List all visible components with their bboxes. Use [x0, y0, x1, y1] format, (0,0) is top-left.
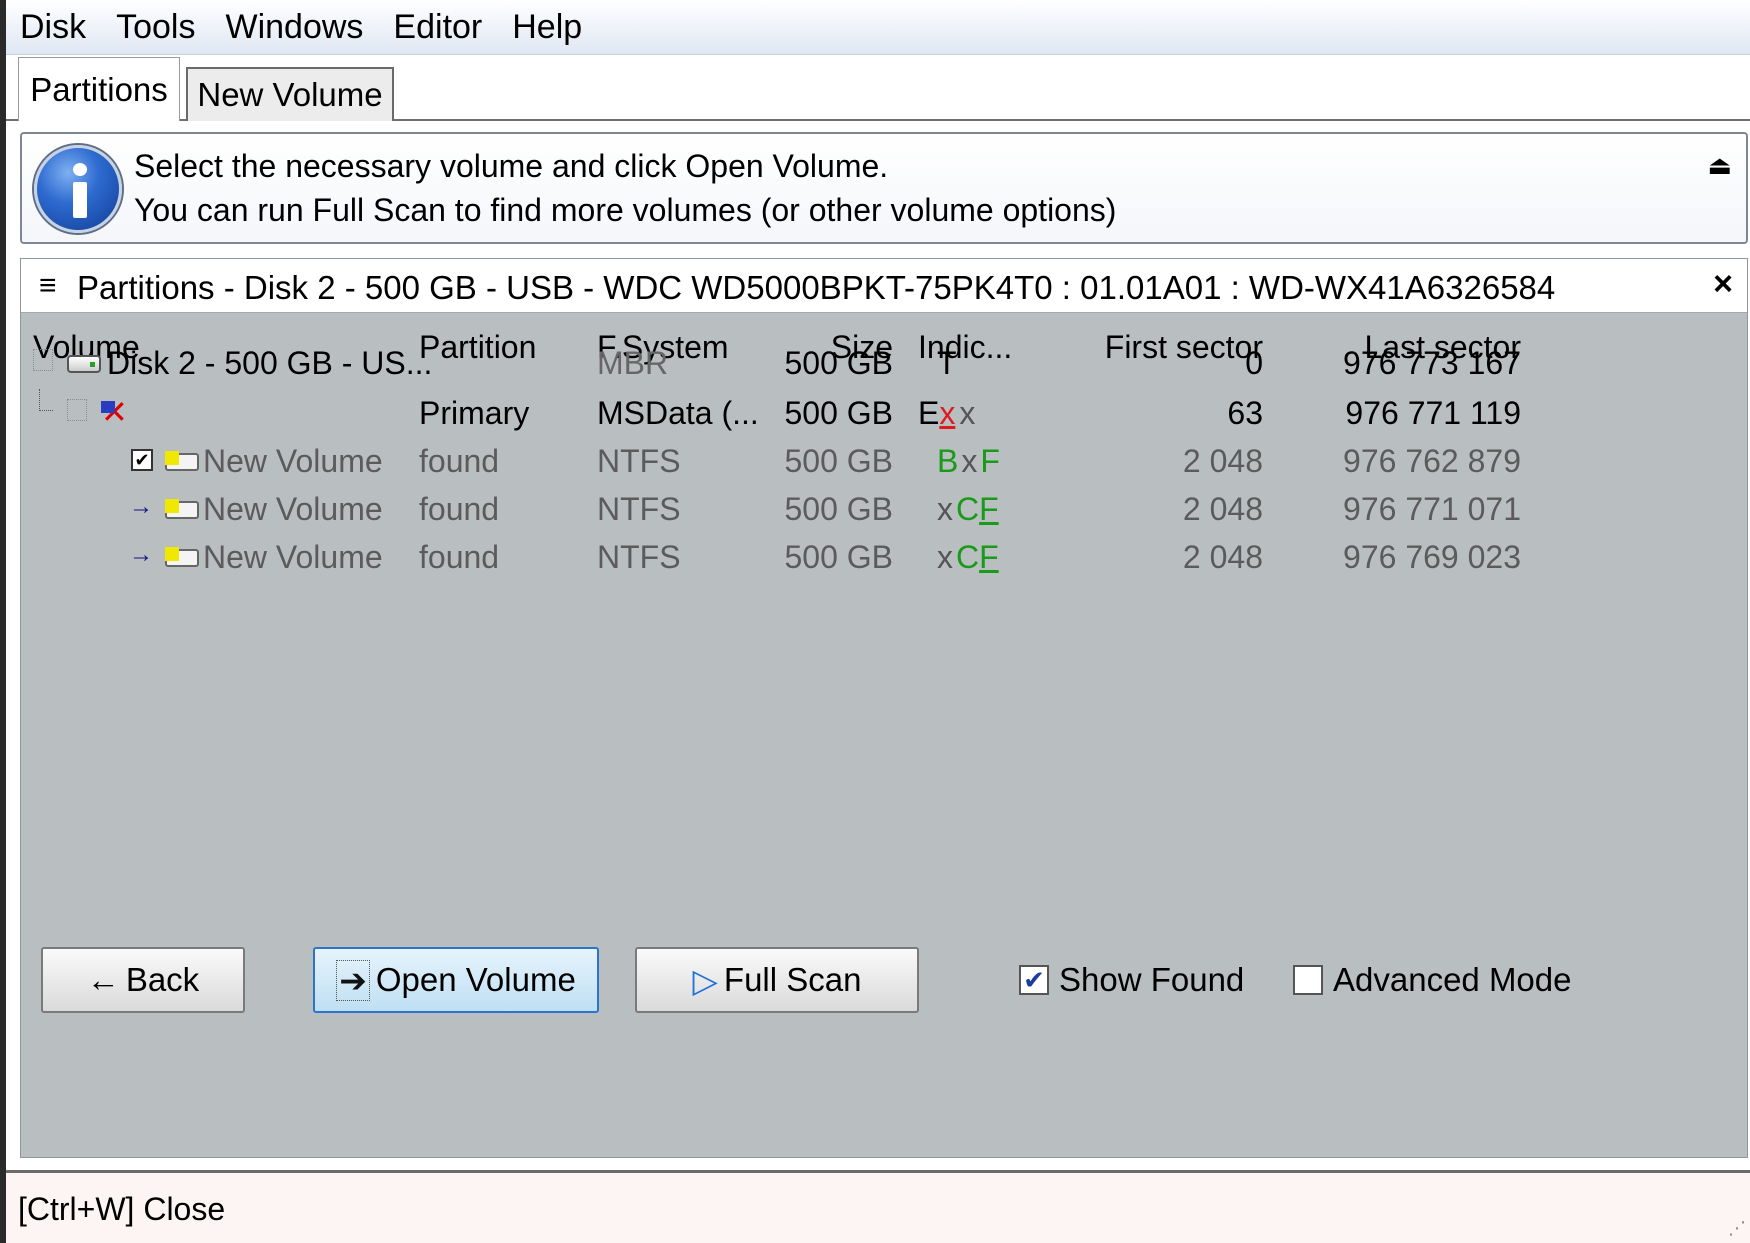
info-icon [34, 145, 122, 233]
table-row[interactable]: Disk 2 - 500 GB - US... MBR 500 GB T 0 9… [21, 339, 1747, 391]
close-icon[interactable]: × [1713, 265, 1733, 304]
row-fsystem: NTFS [597, 491, 681, 527]
info-banner: Select the necessary volume and click Op… [20, 132, 1748, 244]
row-fsystem: NTFS [597, 443, 681, 479]
row-partition: Primary [419, 395, 530, 431]
row-first-sector: 0 [1245, 345, 1263, 381]
table-row[interactable]: ✕ Primary MSData (... 500 GB Ex x 63 976 … [21, 389, 1747, 441]
row-size: 500 GB [784, 491, 893, 527]
tab-row: Partitions New Volume [6, 55, 1750, 121]
show-found-check-icon[interactable]: ✔ [1019, 965, 1049, 995]
row-volume: New Volume [203, 443, 383, 479]
row-first-sector: 2 048 [1182, 539, 1263, 575]
info-text-line1: Select the necessary volume and click Op… [134, 148, 889, 184]
row-checkbox[interactable]: ✔ [131, 449, 153, 471]
disk-icon [67, 355, 101, 373]
volume-icon [165, 547, 199, 567]
row-size: 500 GB [784, 345, 893, 381]
row-last-sector: 976 769 023 [1343, 539, 1521, 575]
row-partition: found [419, 491, 500, 527]
info-text-line2: You can run Full Scan to find more volum… [134, 192, 1117, 228]
panel-title: Partitions - Disk 2 - 500 GB - USB - WDC… [77, 269, 1556, 306]
table-row[interactable]: → New Volume found NTFS 500 GB xCF 2 048… [21, 533, 1747, 585]
row-size: 500 GB [784, 443, 893, 479]
volume-icon [165, 499, 199, 519]
row-fsystem: NTFS [597, 539, 681, 575]
row-indicators: BxF [937, 443, 1000, 479]
back-button[interactable]: ← Back [41, 947, 245, 1013]
panel-header: ≡ Partitions - Disk 2 - 500 GB - USB - W… [21, 259, 1747, 313]
status-bar: [Ctrl+W] Close ⋰ [6, 1170, 1750, 1243]
tab-partitions[interactable]: Partitions [18, 57, 180, 121]
row-volume: New Volume [203, 491, 383, 527]
menu-windows[interactable]: Windows [210, 0, 378, 55]
volume-icon [165, 451, 199, 471]
partition-error-icon: ✕ [101, 394, 128, 430]
row-first-sector: 63 [1227, 395, 1263, 431]
hamburger-menu-icon[interactable]: ≡ [39, 269, 57, 303]
table-row[interactable]: → New Volume found NTFS 500 GB xCF 2 048… [21, 485, 1747, 537]
row-volume: New Volume [203, 539, 383, 575]
resize-grip-icon[interactable]: ⋰ [1728, 1218, 1746, 1239]
row-indicators: Ex x [918, 395, 976, 431]
full-scan-button[interactable]: ▷ Full Scan [635, 947, 919, 1013]
arrow-left-icon: ← [86, 961, 120, 998]
menu-tools[interactable]: Tools [101, 0, 210, 55]
menu-help[interactable]: Help [497, 0, 597, 55]
row-partition: found [419, 539, 500, 575]
row-last-sector: 976 771 119 [1345, 395, 1521, 431]
menu-bar: Disk Tools Windows Editor Help [6, 0, 1750, 55]
row-first-sector: 2 048 [1182, 491, 1263, 527]
row-partition: found [419, 443, 500, 479]
row-last-sector: 976 771 071 [1343, 491, 1521, 527]
show-found-checkbox[interactable]: ✔ Show Found [1019, 961, 1244, 999]
close-shortcut-hint[interactable]: [Ctrl+W] Close [18, 1191, 225, 1228]
arrow-right-icon: → [129, 541, 153, 568]
tree-expander [67, 399, 87, 421]
open-volume-button[interactable]: ➔ Open Volume [313, 947, 599, 1013]
row-size: 500 GB [784, 395, 893, 431]
menu-disk[interactable]: Disk [6, 0, 101, 55]
tree-expander [33, 349, 53, 371]
row-indicators: xCF [937, 539, 999, 575]
collapse-icon[interactable]: ⏏ [1707, 150, 1732, 181]
arrow-right-icon: → [129, 493, 153, 520]
row-fsystem: MBR [597, 345, 669, 381]
row-last-sector: 976 773 167 [1343, 345, 1521, 381]
tree-line [39, 389, 53, 411]
table-row[interactable]: ✔ New Volume found NTFS 500 GB BxF 2 048… [21, 437, 1747, 489]
row-last-sector: 976 762 879 [1343, 443, 1521, 479]
play-icon: ▷ [692, 961, 718, 999]
row-indicator: T [937, 345, 957, 381]
window-left-edge [0, 0, 6, 1243]
partitions-panel: ≡ Partitions - Disk 2 - 500 GB - USB - W… [20, 258, 1748, 1158]
advanced-mode-check-box[interactable] [1293, 965, 1323, 995]
menu-editor[interactable]: Editor [378, 0, 497, 55]
row-volume: Disk 2 - 500 GB - US... [107, 345, 433, 381]
row-first-sector: 2 048 [1182, 443, 1263, 479]
tab-new-volume[interactable]: New Volume [186, 67, 394, 121]
row-fsystem: MSData (... [597, 395, 759, 431]
row-indicators: xCF [937, 491, 999, 527]
advanced-mode-checkbox[interactable]: Advanced Mode [1293, 961, 1572, 999]
open-arrow-icon: ➔ [336, 959, 370, 1001]
row-size: 500 GB [784, 539, 893, 575]
